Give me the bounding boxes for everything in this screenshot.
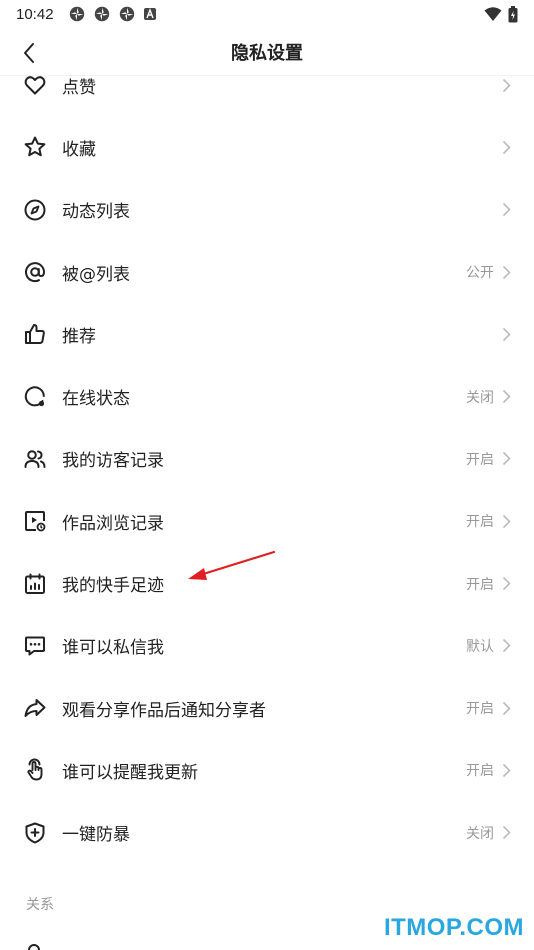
row-label: 我的访客记录: [62, 451, 164, 472]
row-value: 公开: [466, 265, 494, 282]
status-bar: 10:42: [0, 0, 534, 28]
wifi-icon: [484, 7, 502, 21]
row-kuaishou-footprints[interactable]: 我的快手足迹 开启: [0, 552, 534, 614]
row-favorites[interactable]: 收藏: [0, 116, 534, 178]
row-value: 关闭: [466, 825, 494, 842]
row-who-can-remind[interactable]: 谁可以提醒我更新 开启: [0, 739, 534, 801]
star-icon: [22, 134, 48, 160]
row-value: 开启: [466, 763, 494, 780]
row-label: 谁可以私信我: [62, 638, 164, 659]
row-label: 动态列表: [62, 202, 130, 223]
calendar-icon: [22, 571, 48, 597]
back-button[interactable]: [14, 38, 44, 68]
page-title: 隐私设置: [231, 42, 303, 64]
row-label: 我的快手足迹: [62, 576, 164, 597]
partial-row-icon: [28, 944, 40, 950]
row-label: 一键防暴: [62, 825, 130, 846]
system-icons: [484, 5, 518, 23]
row-value: 关闭: [466, 389, 494, 406]
row-label: 推荐: [62, 326, 96, 347]
chevron-right-icon: [500, 451, 512, 467]
row-value: 开启: [466, 451, 494, 468]
online-status-icon: [22, 384, 48, 410]
visitors-icon: [22, 446, 48, 472]
app-notification-icon: [69, 6, 84, 22]
row-online-status[interactable]: 在线状态 关闭: [0, 365, 534, 427]
message-icon: [22, 633, 48, 659]
partial-row: [22, 938, 322, 950]
watermark: ITMOP.COM: [383, 914, 524, 941]
row-label: 在线状态: [62, 389, 130, 410]
row-label: 点赞: [62, 77, 96, 98]
battery-icon: [508, 5, 518, 22]
nav-bar: 隐私设置: [0, 28, 534, 76]
at-icon: [22, 259, 48, 285]
row-visitor-records[interactable]: 我的访客记录 开启: [0, 428, 534, 490]
app-notification-icon: [119, 6, 134, 22]
a-notification-icon: [143, 8, 156, 20]
compass-icon: [22, 197, 48, 223]
row-label: 收藏: [62, 139, 96, 160]
row-who-can-message[interactable]: 谁可以私信我 默认: [0, 615, 534, 677]
shield-plus-icon: [22, 820, 48, 846]
chevron-right-icon: [500, 638, 512, 654]
notification-icons: [68, 5, 157, 23]
section-header-relations: 关系: [26, 897, 54, 913]
thumbs-up-icon: [22, 321, 48, 347]
chevron-right-icon: [500, 139, 512, 155]
row-label: 观看分享作品后通知分享者: [62, 700, 266, 721]
row-value: 开启: [466, 701, 494, 718]
row-value: 开启: [466, 514, 494, 531]
chevron-right-icon: [500, 762, 512, 778]
touch-icon: [22, 757, 48, 783]
row-moments-list[interactable]: 动态列表: [0, 179, 534, 241]
row-video-view-records[interactable]: 作品浏览记录 开启: [0, 490, 534, 552]
app-notification-icon: [94, 6, 109, 22]
video-history-icon: [22, 508, 48, 534]
chevron-right-icon: [500, 389, 512, 405]
privacy-settings-list: 点赞 收藏 动态列表 被@列表 公开 推荐 在线状态 关闭 我的访客记录 开启 …: [0, 54, 534, 864]
row-label: 作品浏览记录: [62, 513, 164, 534]
row-value: 默认: [466, 638, 494, 655]
status-time: 10:42: [16, 5, 54, 23]
chevron-right-icon: [500, 202, 512, 218]
row-recommend[interactable]: 推荐: [0, 303, 534, 365]
chevron-right-icon: [500, 77, 512, 93]
row-value: 开启: [466, 576, 494, 593]
chevron-right-icon: [500, 513, 512, 529]
chevron-right-icon: [500, 825, 512, 841]
row-notify-sharer[interactable]: 观看分享作品后通知分享者 开启: [0, 677, 534, 739]
row-label: 被@列表: [62, 264, 130, 285]
chevron-left-icon: [24, 43, 34, 63]
row-anti-harassment[interactable]: 一键防暴 关闭: [0, 802, 534, 864]
chevron-right-icon: [500, 700, 512, 716]
share-icon: [22, 695, 48, 721]
row-label: 谁可以提醒我更新: [62, 762, 198, 783]
chevron-right-icon: [500, 326, 512, 342]
chevron-right-icon: [500, 576, 512, 592]
chevron-right-icon: [500, 264, 512, 280]
row-mentions-list[interactable]: 被@列表 公开: [0, 241, 534, 303]
heart-icon: [22, 72, 48, 98]
